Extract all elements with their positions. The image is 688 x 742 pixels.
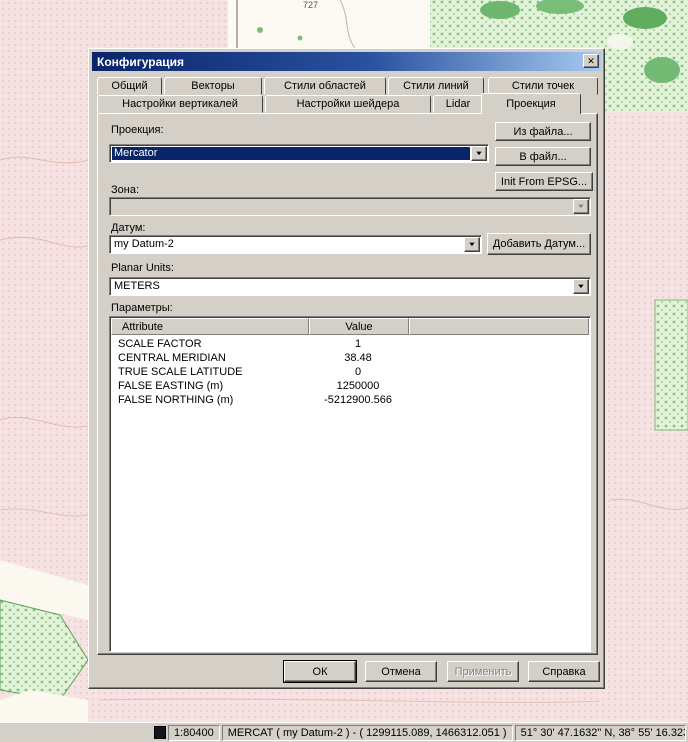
cancel-button[interactable]: Отмена <box>365 661 437 682</box>
dialog-title: Конфигурация <box>97 55 184 69</box>
status-scale: 1:80400 <box>168 725 220 741</box>
tab-projection-active[interactable]: Проекция <box>481 93 581 114</box>
add-datum-button[interactable]: Добавить Датум... <box>487 233 591 255</box>
projection-combobox[interactable]: Mercator ▼ <box>109 144 489 163</box>
apply-button: Применить <box>447 661 519 682</box>
column-header-attribute[interactable]: Attribute <box>111 318 309 335</box>
status-projection: MERCAT ( my Datum-2 ) - ( 1299115.089, 1… <box>222 725 513 741</box>
tab-vertical-settings[interactable]: Настройки вертикалей <box>97 95 263 113</box>
column-header-filler <box>409 318 589 335</box>
to-file-button[interactable]: В файл... <box>495 147 591 166</box>
zone-dropdown-button: ▼ <box>573 199 589 214</box>
tab-vectors[interactable]: Векторы <box>164 77 262 95</box>
param-value: 1250000 <box>308 380 408 392</box>
column-header-value[interactable]: Value <box>309 318 409 335</box>
table-row[interactable]: TRUE SCALE LATITUDE 0 <box>110 365 590 379</box>
param-value: 0 <box>308 366 408 378</box>
tab-area-styles[interactable]: Стили областей <box>264 77 386 95</box>
datum-dropdown-button[interactable]: ▼ <box>464 237 480 252</box>
parameters-table[interactable]: Attribute Value SCALE FACTOR 1 CENTRAL M… <box>109 316 591 652</box>
status-spacer <box>2 725 152 741</box>
help-button[interactable]: Справка <box>528 661 600 682</box>
param-attribute: TRUE SCALE LATITUDE <box>110 366 308 378</box>
param-attribute: FALSE EASTING (m) <box>110 380 308 392</box>
chevron-down-icon: ▼ <box>475 151 484 157</box>
param-attribute: SCALE FACTOR <box>110 338 308 350</box>
zone-label: Зона: <box>111 184 139 196</box>
from-file-button[interactable]: Из файла... <box>495 122 591 141</box>
chevron-down-icon: ▼ <box>468 242 477 248</box>
param-attribute: FALSE NORTHING (m) <box>110 394 308 406</box>
param-value: 1 <box>308 338 408 350</box>
ok-button[interactable]: ОК <box>284 661 356 682</box>
planar-units-combobox[interactable]: METERS ▼ <box>109 277 591 296</box>
datum-value: my Datum-2 <box>110 236 463 253</box>
projection-value: Mercator <box>112 147 470 160</box>
param-value: -5212900.566 <box>308 394 408 406</box>
parameters-label: Параметры: <box>111 302 173 314</box>
table-row[interactable]: FALSE NORTHING (m) -5212900.566 <box>110 393 590 407</box>
datum-label: Датум: <box>111 222 145 234</box>
status-coordinates: 51° 30' 47.1632" N, 38° 55' 16.3232" E <box>515 725 686 741</box>
init-from-epsg-button[interactable]: Init From EPSG... <box>495 172 593 191</box>
projection-dropdown-button[interactable]: ▼ <box>471 146 487 161</box>
dialog-titlebar[interactable]: Конфигурация <box>92 52 601 71</box>
param-attribute: CENTRAL MERIDIAN <box>110 352 308 364</box>
tab-lidar[interactable]: Lidar <box>433 95 483 113</box>
chevron-down-icon: ▼ <box>577 204 586 210</box>
parameters-table-body: SCALE FACTOR 1 CENTRAL MERIDIAN 38.48 TR… <box>110 337 590 407</box>
planar-units-value: METERS <box>110 278 572 295</box>
table-row[interactable]: SCALE FACTOR 1 <box>110 337 590 351</box>
config-dialog: Конфигурация ✕ Общий Векторы Стили облас… <box>88 48 605 689</box>
tab-general[interactable]: Общий <box>97 77 162 95</box>
zone-value <box>110 198 572 215</box>
projection-label: Проекция: <box>111 124 164 136</box>
chevron-down-icon: ▼ <box>577 284 586 290</box>
datum-combobox[interactable]: my Datum-2 ▼ <box>109 235 482 254</box>
param-value: 38.48 <box>308 352 408 364</box>
close-icon: ✕ <box>587 56 595 66</box>
units-dropdown-button[interactable]: ▼ <box>573 279 589 294</box>
tab-line-styles[interactable]: Стили линий <box>388 77 484 95</box>
zone-combobox: ▼ <box>109 197 591 216</box>
table-row[interactable]: FALSE EASTING (m) 1250000 <box>110 379 590 393</box>
status-grip-icon <box>154 726 166 739</box>
map-elevation-label: 727 <box>303 0 318 10</box>
table-row[interactable]: CENTRAL MERIDIAN 38.48 <box>110 351 590 365</box>
parameters-table-header: Attribute Value <box>111 318 589 335</box>
status-bar: 1:80400 MERCAT ( my Datum-2 ) - ( 129911… <box>0 722 688 742</box>
planar-units-label: Planar Units: <box>111 262 174 274</box>
close-button[interactable]: ✕ <box>583 54 599 68</box>
tab-shader-settings[interactable]: Настройки шейдера <box>265 95 431 113</box>
